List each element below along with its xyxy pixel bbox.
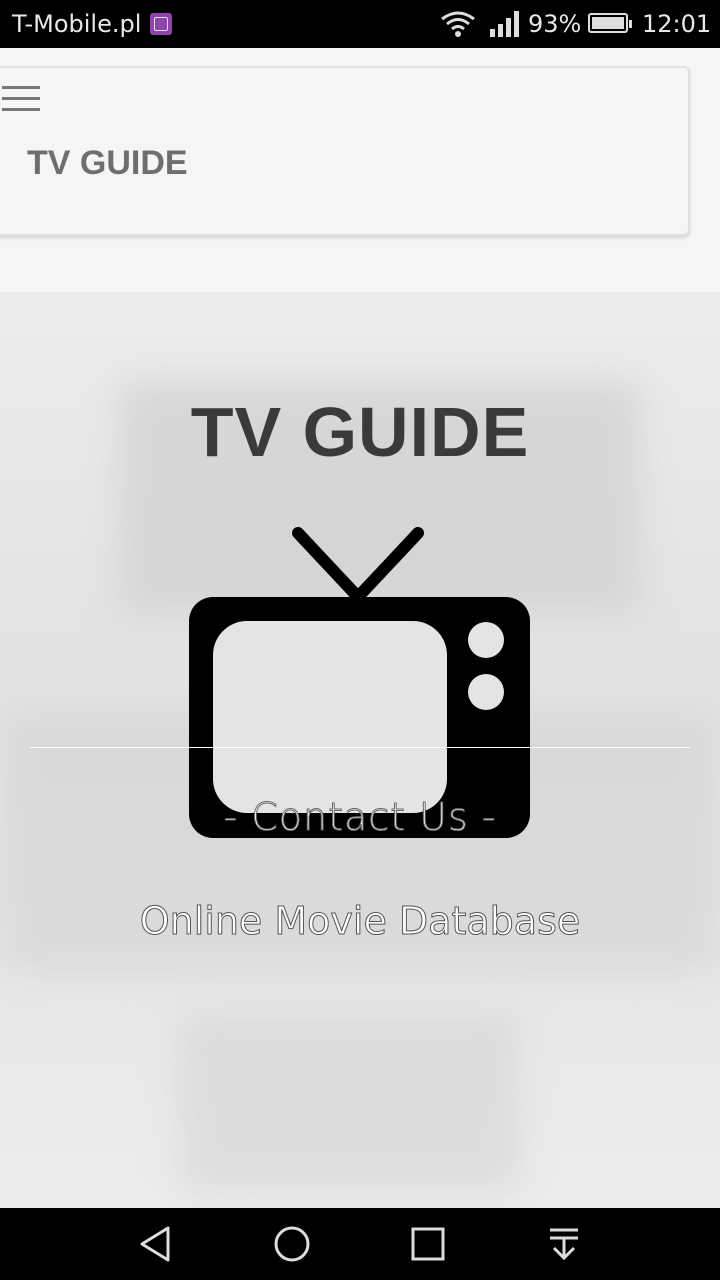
gallery-notification-icon: [150, 13, 172, 35]
home-icon[interactable]: [272, 1224, 312, 1264]
hero-subtitle: Online Movie Database: [139, 899, 581, 944]
wifi-icon: [441, 11, 475, 37]
hero-section: TV GUIDE - Contact Us - Online Movie Dat…: [0, 292, 720, 1208]
back-icon[interactable]: [136, 1224, 176, 1264]
menu-icon[interactable]: [2, 86, 40, 114]
battery-percent: 93%: [528, 10, 582, 38]
hero-title: TV GUIDE: [190, 393, 530, 471]
signal-icon: [490, 11, 519, 37]
battery-icon: [588, 13, 632, 33]
header-card: TV GUIDE: [0, 66, 690, 236]
contact-us-link[interactable]: - Contact Us -: [0, 795, 720, 840]
notifications-pull-icon[interactable]: [544, 1224, 584, 1264]
clock: 12:01: [642, 10, 712, 38]
tv-icon: [189, 527, 530, 838]
hero-divider: [30, 747, 690, 748]
status-bar: T-Mobile.pl 93% 12:01: [0, 0, 720, 48]
navigation-bar: [0, 1208, 720, 1280]
carrier-name: T-Mobile.pl: [12, 10, 142, 38]
header-title: TV GUIDE: [27, 144, 188, 182]
background-blur: [180, 1012, 520, 1192]
app-header: TV GUIDE: [0, 48, 720, 300]
recents-icon[interactable]: [408, 1224, 448, 1264]
